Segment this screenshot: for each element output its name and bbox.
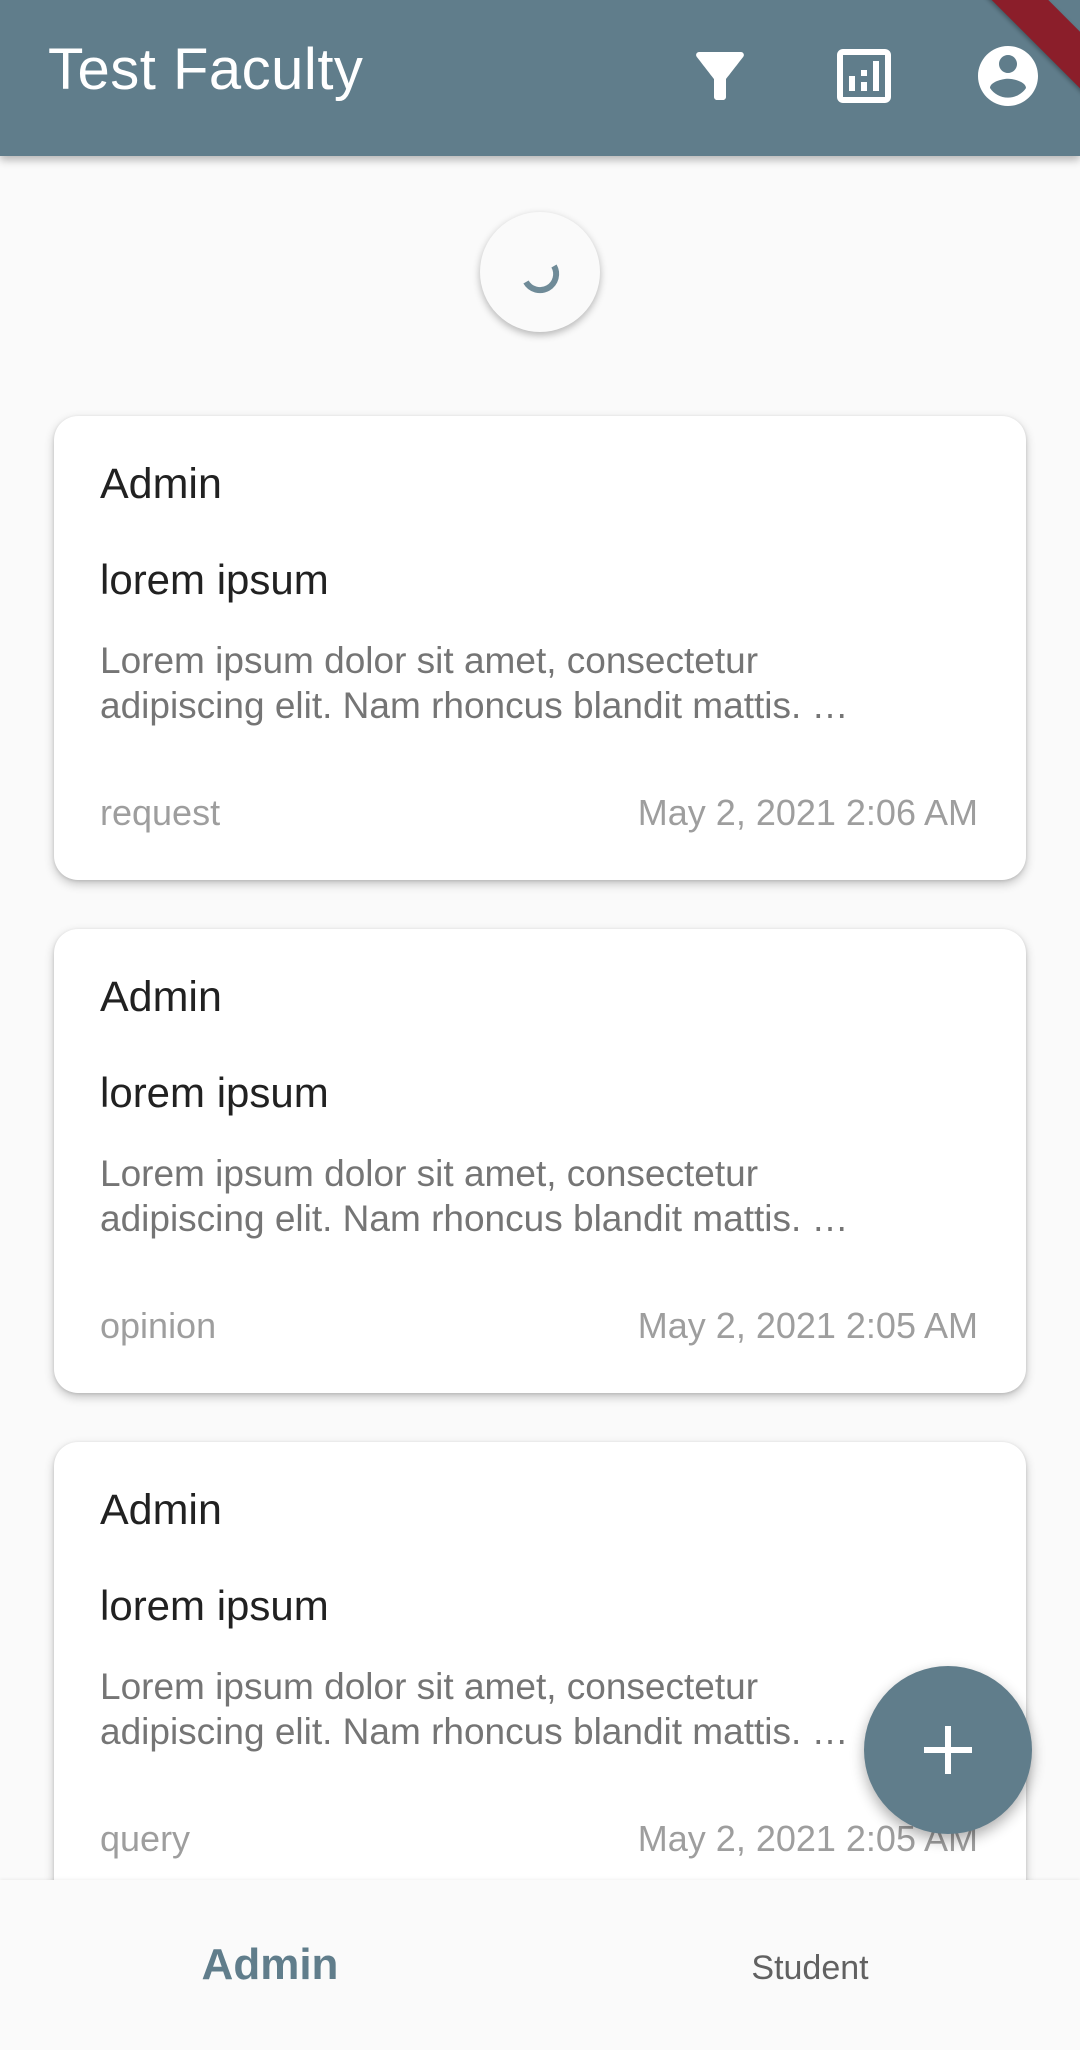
post-author: Admin <box>100 460 222 508</box>
post-body: Lorem ipsum dolor sit amet, consectetur … <box>100 1664 960 1754</box>
post-card[interactable]: Admin lorem ipsum Lorem ipsum dolor sit … <box>54 1442 1026 1906</box>
post-author: Admin <box>100 973 222 1021</box>
post-body: Lorem ipsum dolor sit amet, consectetur … <box>100 638 960 728</box>
post-type: request <box>100 792 221 833</box>
post-title: lorem ipsum <box>100 1582 329 1629</box>
tab-admin-label: Admin <box>201 1940 339 1989</box>
post-date: May 2, 2021 2:05 AM <box>637 1305 978 1346</box>
page-title: Test Faculty <box>48 37 364 102</box>
refresh-indicator <box>480 212 600 332</box>
analytics-icon <box>837 49 891 103</box>
post-type: opinion <box>100 1305 217 1346</box>
analytics-button[interactable] <box>828 40 900 112</box>
post-body-line: adipiscing elit. Nam rhoncus blandit mat… <box>100 1198 849 1239</box>
account-button[interactable] <box>972 40 1044 112</box>
post-body-line: Lorem ipsum dolor sit amet, consectetur <box>100 640 759 681</box>
bottom-navigation: Admin Student <box>0 1880 1080 2050</box>
post-card[interactable]: Admin lorem ipsum Lorem ipsum dolor sit … <box>54 929 1026 1393</box>
tab-admin[interactable]: Admin <box>0 1880 540 2050</box>
post-body: Lorem ipsum dolor sit amet, consectetur … <box>100 1151 960 1241</box>
post-author: Admin <box>100 1486 222 1534</box>
add-post-button[interactable] <box>864 1666 1032 1834</box>
post-date: May 2, 2021 2:06 AM <box>637 792 978 833</box>
filter-button[interactable] <box>684 40 756 112</box>
post-title: lorem ipsum <box>100 1069 329 1116</box>
post-type: query <box>100 1818 191 1859</box>
app-bar: Test Faculty <box>0 0 1080 156</box>
tab-student-label: Student <box>751 1948 869 1987</box>
filter-icon <box>696 51 744 100</box>
post-body-line: adipiscing elit. Nam rhoncus blandit mat… <box>100 685 849 726</box>
loading-spinner-icon <box>523 264 560 294</box>
post-body-line: Lorem ipsum dolor sit amet, consectetur <box>100 1153 759 1194</box>
post-card[interactable]: Admin lorem ipsum Lorem ipsum dolor sit … <box>54 416 1026 880</box>
post-body-line: Lorem ipsum dolor sit amet, consectetur <box>100 1666 759 1707</box>
post-body-line: adipiscing elit. Nam rhoncus blandit mat… <box>100 1711 849 1752</box>
plus-icon <box>924 1726 972 1774</box>
account-circle-icon <box>978 46 1038 106</box>
post-title: lorem ipsum <box>100 556 329 603</box>
tab-student[interactable]: Student <box>540 1880 1080 2050</box>
